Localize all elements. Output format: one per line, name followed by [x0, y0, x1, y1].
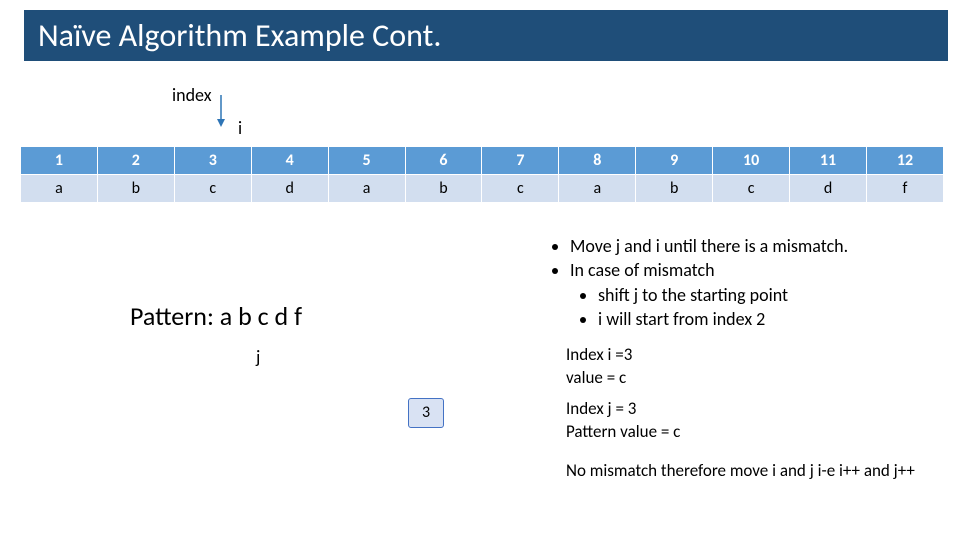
table-cell: c: [713, 175, 790, 203]
info-line: value = c: [566, 367, 632, 390]
i-label: i: [238, 117, 242, 139]
pattern-index-box: 3: [408, 398, 444, 428]
pattern-label: Pattern: a b c d f: [130, 300, 302, 332]
table-cell: a: [21, 175, 98, 203]
algorithm-notes: Move j and i until there is a mismatch. …: [546, 234, 848, 331]
slide-title: Naïve Algorithm Example Cont.: [24, 10, 948, 61]
table-cell: d: [790, 175, 867, 203]
table-data-row: a b c d a b c a b c d f: [21, 175, 944, 203]
table-cell: d: [251, 175, 328, 203]
sub-bullet-item: i will start from index 2: [598, 307, 848, 331]
conclusion-text: No mismatch therefore move i and j i-e i…: [566, 460, 915, 481]
bullet-item: In case of mismatch shift j to the start…: [570, 258, 848, 331]
col-header: 4: [251, 147, 328, 175]
col-header: 3: [174, 147, 251, 175]
info-line: Index j = 3: [566, 398, 680, 421]
index-label: index: [172, 84, 212, 106]
info-line: Index i =3: [566, 344, 632, 367]
info-line: Pattern value = c: [566, 421, 680, 444]
index-j-info: Index j = 3 Pattern value = c: [566, 398, 680, 444]
col-header: 8: [559, 147, 636, 175]
table-cell: c: [482, 175, 559, 203]
col-header: 11: [790, 147, 867, 175]
table-cell: f: [866, 175, 943, 203]
col-header: 12: [866, 147, 943, 175]
table-header-row: 1 2 3 4 5 6 7 8 9 10 11 12: [21, 147, 944, 175]
slide-title-text: Naïve Algorithm Example Cont.: [38, 16, 441, 55]
index-i-info: Index i =3 value = c: [566, 344, 632, 390]
col-header: 2: [97, 147, 174, 175]
index-arrow-icon: [214, 93, 228, 129]
table-cell: b: [97, 175, 174, 203]
table-cell: a: [559, 175, 636, 203]
col-header: 9: [636, 147, 713, 175]
table-cell: b: [405, 175, 482, 203]
bullet-text: In case of mismatch: [570, 259, 715, 281]
table-cell: b: [636, 175, 713, 203]
col-header: 10: [713, 147, 790, 175]
col-header: 7: [482, 147, 559, 175]
sub-bullet-item: shift j to the starting point: [598, 283, 848, 307]
bullet-item: Move j and i until there is a mismatch.: [570, 234, 848, 258]
col-header: 5: [328, 147, 405, 175]
text-index-table: 1 2 3 4 5 6 7 8 9 10 11 12 a b c d a b c…: [20, 146, 944, 203]
table-cell: a: [328, 175, 405, 203]
j-label: j: [256, 346, 260, 368]
col-header: 6: [405, 147, 482, 175]
table-cell: c: [174, 175, 251, 203]
col-header: 1: [21, 147, 98, 175]
